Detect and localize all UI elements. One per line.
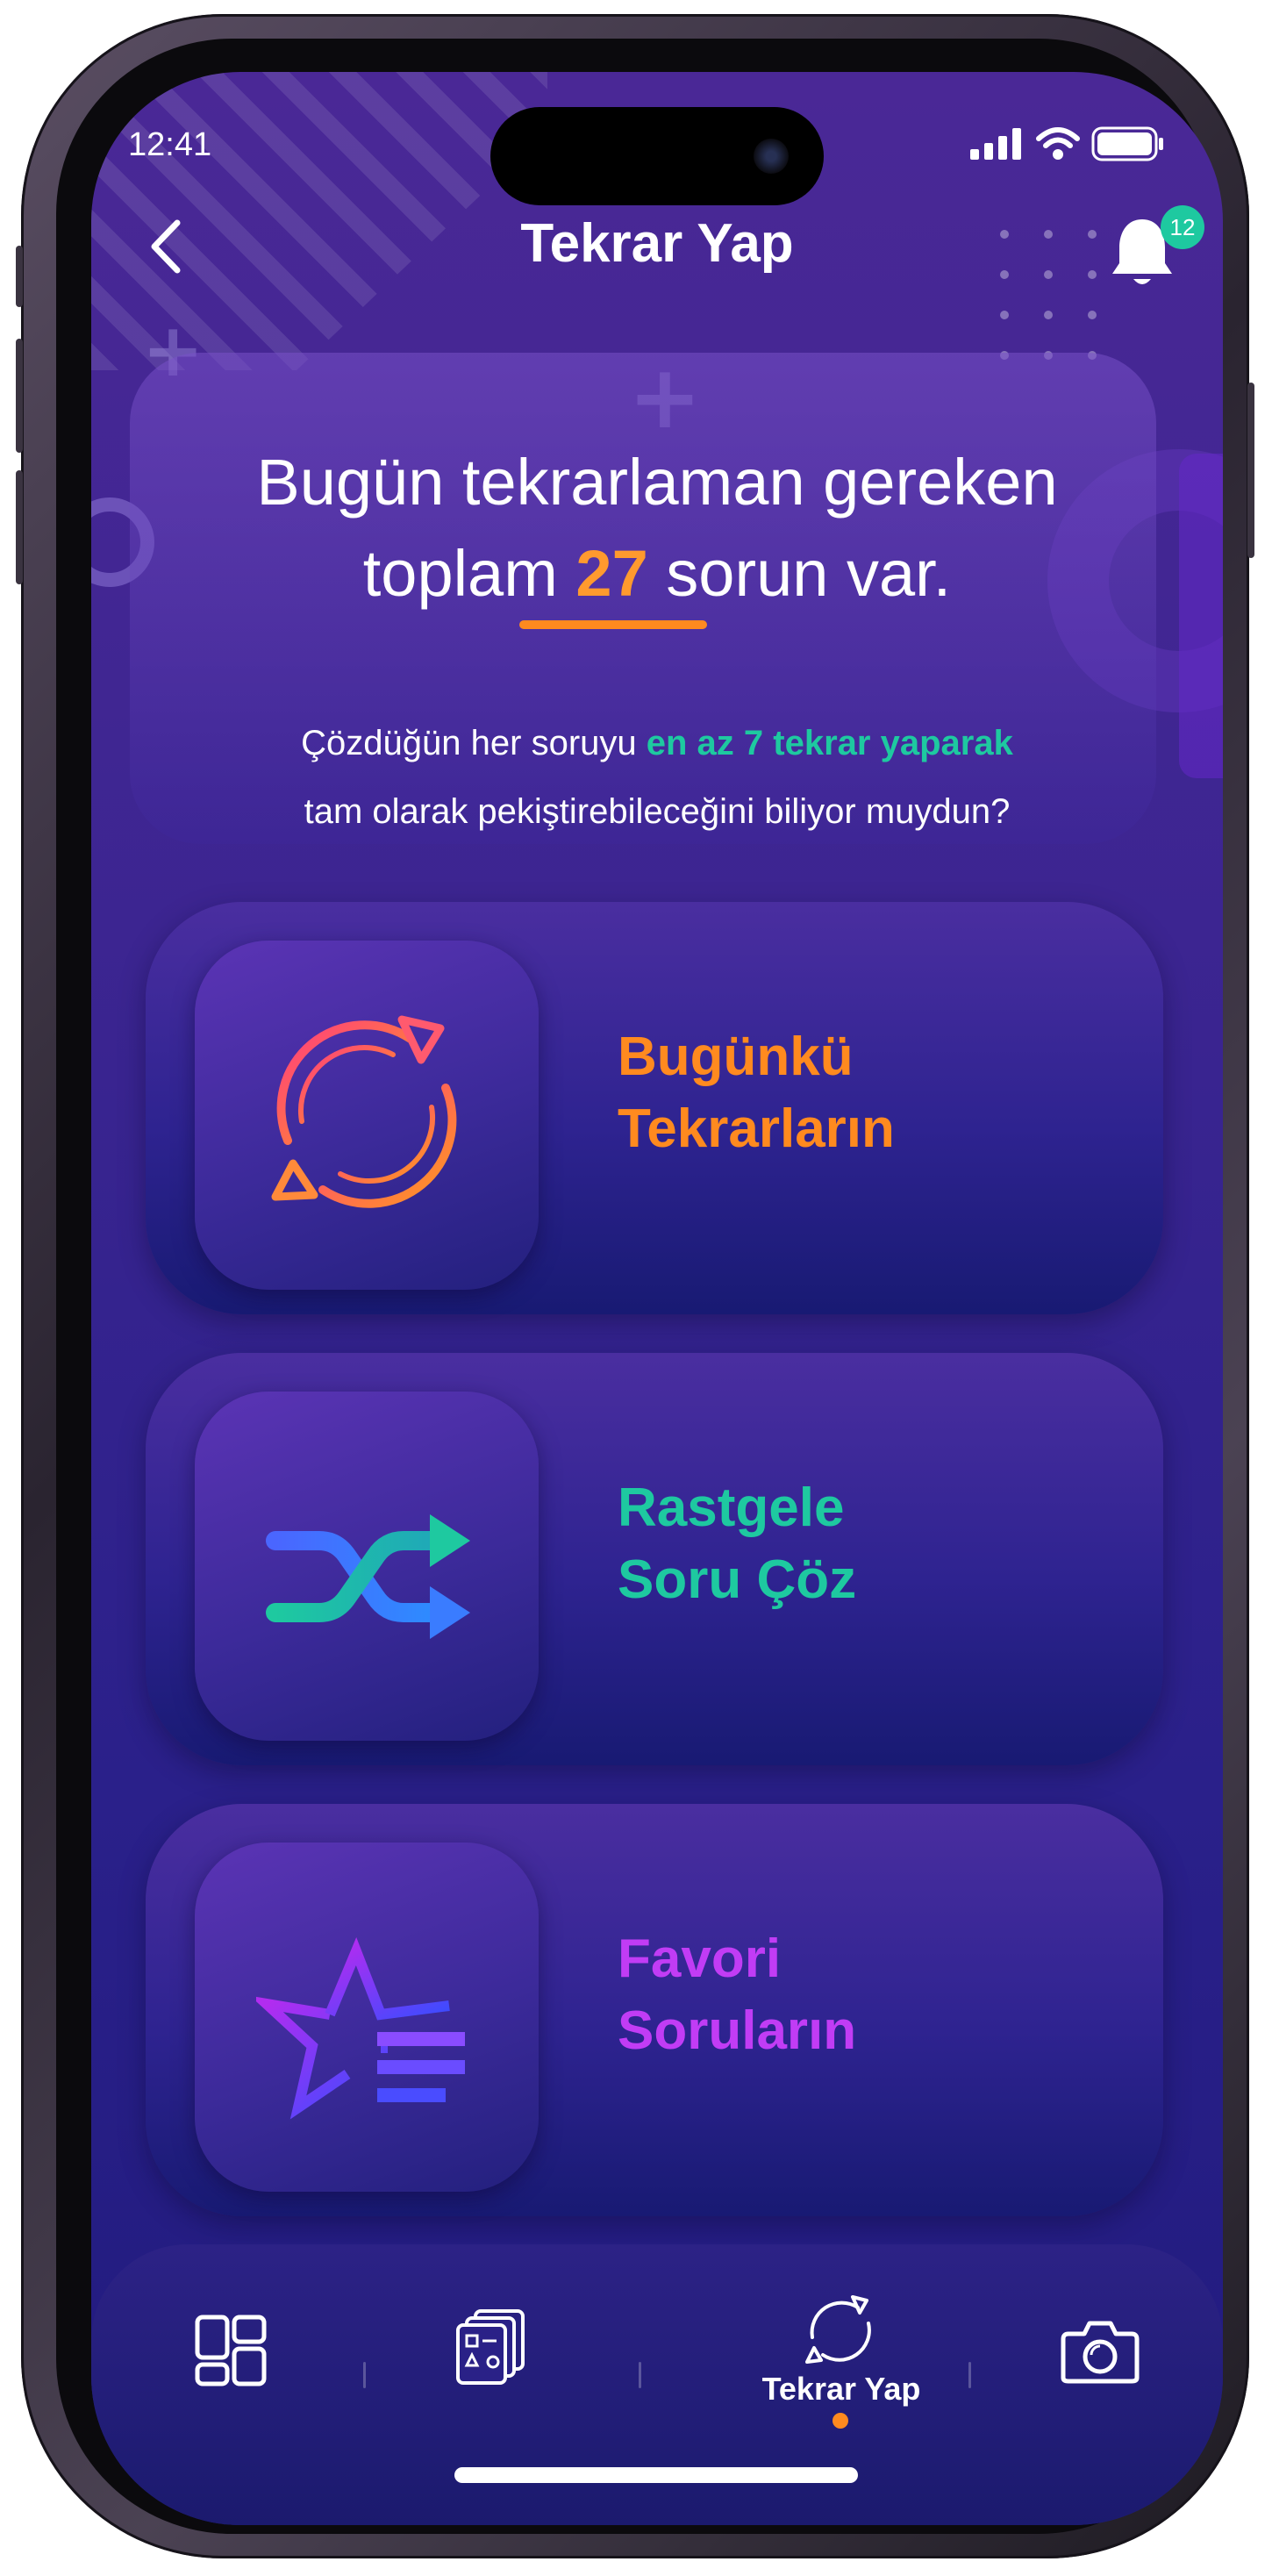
power-button	[1247, 383, 1254, 558]
menu-label: Rastgele Soru Çöz	[618, 1472, 856, 1616]
todays-reviews-card[interactable]: Bugünkü Tekrarların	[146, 902, 1163, 1314]
menu-label-line-2: Soru Çöz	[618, 1549, 857, 1610]
tab-separator	[639, 2362, 641, 2388]
active-tab-indicator	[833, 2413, 848, 2429]
daily-summary-headline: Bugün tekrarlaman gereken toplam 27 soru…	[91, 437, 1223, 619]
volume-down-button	[16, 470, 23, 584]
headline-line-2: toplam 27 sorun var.	[91, 528, 1223, 619]
star-list-icon	[256, 1936, 465, 2120]
menu-label-line-1: Favori	[618, 1928, 782, 1989]
icon-tile	[195, 941, 539, 1290]
tab-label-active[interactable]: Tekrar Yap	[697, 2371, 986, 2408]
headline-prefix: toplam	[362, 537, 558, 610]
tab-separator	[968, 2362, 971, 2388]
status-time: 12:41	[128, 126, 212, 163]
headline-suffix: sorun var.	[666, 537, 952, 610]
cellular-signal-icon	[970, 128, 1021, 160]
icon-tile	[195, 1392, 539, 1741]
question-count: 27	[575, 537, 648, 610]
tip-text: Çözdüğün her soruyu en az 7 tekrar yapar…	[91, 709, 1223, 846]
icon-tile	[195, 1843, 539, 2192]
menu-label: Bugünkü Tekrarların	[618, 1021, 895, 1165]
headline-line-1: Bugün tekrarlaman gereken	[256, 446, 1058, 519]
tab-dashboard-icon[interactable]	[195, 2315, 267, 2386]
random-question-card[interactable]: Rastgele Soru Çöz	[146, 1353, 1163, 1765]
tab-camera-icon[interactable]	[1060, 2320, 1140, 2385]
refresh-icon	[271, 1015, 457, 1208]
notification-badge: 12	[1161, 205, 1204, 249]
menu-label-line-1: Rastgele	[618, 1478, 845, 1538]
menu-label-line-2: Soruların	[618, 2000, 857, 2061]
menu-label-line-1: Bugünkü	[618, 1027, 854, 1087]
dynamic-island	[490, 107, 824, 205]
home-indicator[interactable]	[454, 2467, 858, 2483]
volume-up-button	[16, 339, 23, 453]
tip-highlight: en az 7 tekrar yaparak	[646, 724, 1013, 762]
page-title: Tekrar Yap	[520, 213, 794, 274]
app-screen: + + 12:41 Tekrar Yap	[91, 72, 1223, 2525]
tip-prefix: Çözdüğün her soruyu	[301, 724, 637, 762]
wifi-icon	[1036, 127, 1080, 160]
silent-switch	[16, 246, 23, 307]
shuffle-icon	[266, 1514, 470, 1639]
tab-repeat-icon[interactable]	[804, 2293, 877, 2367]
menu-label: Favori Soruların	[618, 1923, 856, 2067]
battery-icon	[1091, 126, 1163, 161]
phone-frame: + + 12:41 Tekrar Yap	[16, 14, 1254, 2558]
favorite-questions-card[interactable]: Favori Soruların	[146, 1804, 1163, 2216]
menu-label-line-2: Tekrarların	[618, 1098, 895, 1159]
tip-line-2: tam olarak pekiştirebileceğini biliyor m…	[304, 792, 1011, 831]
tab-separator	[363, 2362, 366, 2388]
front-camera	[754, 139, 789, 174]
count-underline	[519, 620, 707, 629]
tab-question-cards-icon[interactable]	[454, 2308, 528, 2386]
tip-line-1: Çözdüğün her soruyu en az 7 tekrar yapar…	[91, 709, 1223, 777]
